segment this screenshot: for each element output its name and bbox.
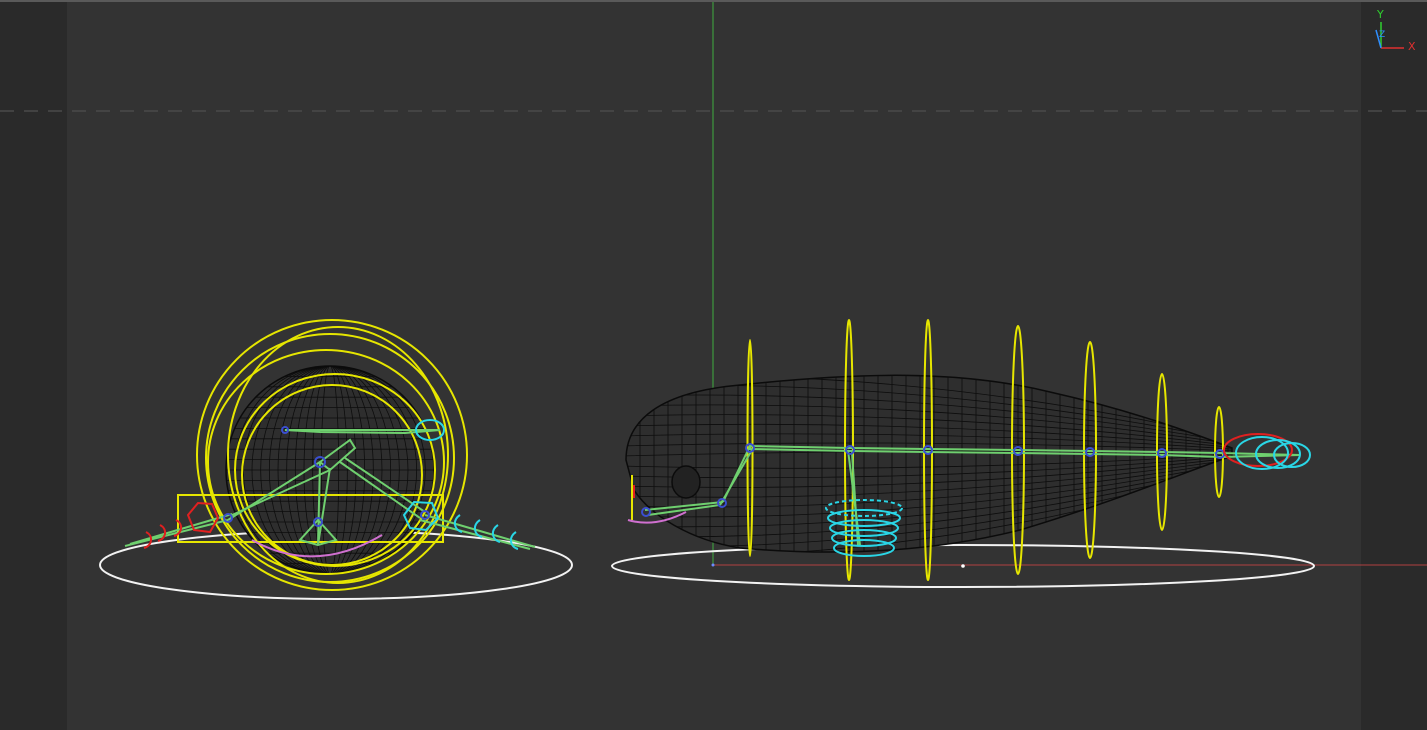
gizmo-z-label: Z [1379, 30, 1386, 40]
3d-viewport[interactable]: Y Z X [0, 0, 1427, 730]
eye-socket-side [671, 465, 701, 499]
origin-point [711, 563, 715, 567]
gizmo-x-label: X [1408, 40, 1416, 53]
tail-controls[interactable] [1223, 433, 1311, 470]
side-view-character[interactable] [600, 319, 1315, 588]
scene-canvas[interactable] [0, 0, 1427, 730]
ground-center-point [961, 564, 965, 568]
axis-orientation-gizmo: Y Z X [1370, 8, 1420, 58]
gizmo-y-label: Y [1377, 8, 1384, 21]
front-view-character[interactable] [99, 319, 573, 600]
